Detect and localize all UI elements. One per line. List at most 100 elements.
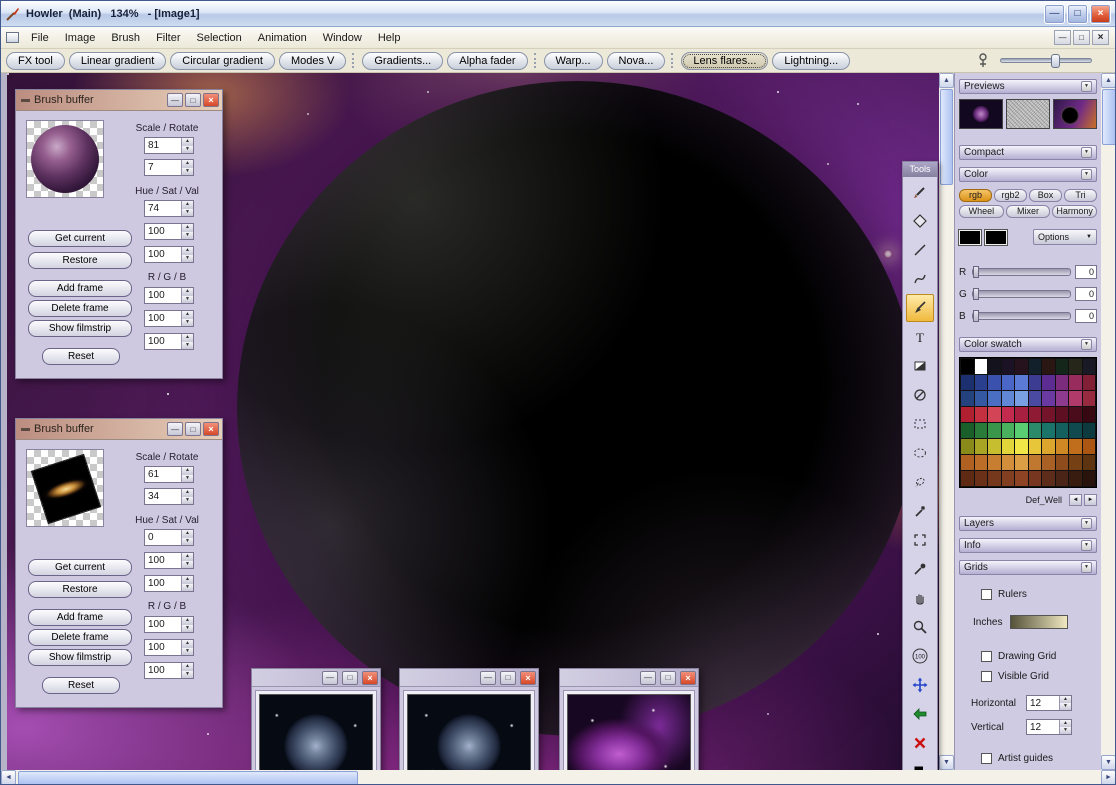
palette-color[interactable] xyxy=(988,391,1001,406)
rotate-spinner[interactable]: 7▲▼ xyxy=(144,159,194,176)
palette-prev-button[interactable]: ◄ xyxy=(1069,494,1082,506)
green-slider[interactable] xyxy=(972,290,1071,298)
palette-color[interactable] xyxy=(1002,423,1015,438)
tab-harmony[interactable]: Harmony xyxy=(1052,205,1097,218)
menu-selection[interactable]: Selection xyxy=(189,29,250,47)
palette-color[interactable] xyxy=(1056,471,1069,486)
restore-button[interactable]: Restore xyxy=(28,581,132,598)
palette-color[interactable] xyxy=(1056,407,1069,422)
reset-button[interactable]: Reset xyxy=(42,677,120,694)
rotate-spinner[interactable]: 34▲▼ xyxy=(144,488,194,505)
no-fill-tool[interactable] xyxy=(906,381,934,409)
scroll-thumb[interactable] xyxy=(940,89,953,185)
blue-spinner[interactable]: 100▲▼ xyxy=(144,333,194,350)
pan-tool[interactable] xyxy=(906,584,934,612)
gradient-fill-tool[interactable] xyxy=(906,352,934,380)
palette-color[interactable] xyxy=(1015,359,1028,374)
reset-button[interactable]: Reset xyxy=(42,348,120,365)
canvas-vscrollbar[interactable]: ▲ ▼ xyxy=(939,73,954,770)
tab-wheel[interactable]: Wheel xyxy=(959,205,1004,218)
zoom-100-tool[interactable]: 100 xyxy=(906,642,934,670)
section-header-color-swatch[interactable]: Color swatch▼ xyxy=(959,337,1097,352)
minimize-button[interactable]: — xyxy=(167,422,183,436)
image1-window-icon[interactable] xyxy=(6,32,19,43)
magic-wand-tool[interactable] xyxy=(906,497,934,525)
add-frame-button[interactable]: Add frame xyxy=(28,609,132,626)
palette-color[interactable] xyxy=(961,439,974,454)
size-slider[interactable] xyxy=(1000,58,1092,63)
palette-color[interactable] xyxy=(1083,359,1096,374)
palette-color[interactable] xyxy=(988,471,1001,486)
vertical-spinner[interactable]: 12▲▼ xyxy=(1026,719,1072,735)
palette-color[interactable] xyxy=(1083,455,1096,470)
tab-rgb2[interactable]: rgb2 xyxy=(994,189,1027,202)
palette-color[interactable] xyxy=(975,391,988,406)
drawing-grid-checkbox[interactable] xyxy=(981,651,992,662)
show-filmstrip-button[interactable]: Show filmstrip xyxy=(28,320,132,337)
palette-color[interactable] xyxy=(1042,455,1055,470)
palette-color[interactable] xyxy=(1083,391,1096,406)
palette-color[interactable] xyxy=(1015,375,1028,390)
palette-color[interactable] xyxy=(1069,359,1082,374)
section-toggle-button[interactable]: ▼ xyxy=(1081,562,1092,573)
slider-knob[interactable] xyxy=(973,288,979,300)
palette-color[interactable] xyxy=(988,375,1001,390)
mdi-close-button[interactable]: × xyxy=(1092,30,1109,45)
green-spinner[interactable]: 100▲▼ xyxy=(144,310,194,327)
menu-file[interactable]: File xyxy=(23,29,57,47)
lens-flares-button[interactable]: Lens flares... xyxy=(681,52,768,70)
minimize-button[interactable]: — xyxy=(640,671,656,685)
palette-color[interactable] xyxy=(988,423,1001,438)
palette-color[interactable] xyxy=(1042,407,1055,422)
palette-color[interactable] xyxy=(1042,471,1055,486)
secondary-color-swatch[interactable] xyxy=(985,230,1007,245)
palette-color[interactable] xyxy=(988,359,1001,374)
section-toggle-button[interactable]: ▼ xyxy=(1081,169,1092,180)
green-spinner[interactable]: 100▲▼ xyxy=(144,639,194,656)
palette-color[interactable] xyxy=(1069,455,1082,470)
undo-tool[interactable] xyxy=(906,700,934,728)
restore-button[interactable]: Restore xyxy=(28,252,132,269)
eyedropper-tool[interactable] xyxy=(906,555,934,583)
dock-pin-icon[interactable] xyxy=(976,53,990,69)
artist-guides-checkbox[interactable] xyxy=(981,753,992,764)
preview-thumb-1[interactable] xyxy=(959,99,1003,129)
palette-color[interactable] xyxy=(1083,471,1096,486)
slider-knob[interactable] xyxy=(1051,54,1060,68)
menu-brush[interactable]: Brush xyxy=(103,29,148,47)
blue-spinner[interactable]: 100▲▼ xyxy=(144,662,194,679)
palette-color[interactable] xyxy=(1029,391,1042,406)
red-value[interactable]: 0 xyxy=(1075,265,1097,279)
inches-gradient-field[interactable] xyxy=(1010,615,1068,629)
green-value[interactable]: 0 xyxy=(1075,287,1097,301)
value-spinner[interactable]: 100▲▼ xyxy=(144,246,194,263)
delete-frame-button[interactable]: Delete frame xyxy=(28,629,132,646)
palette-color[interactable] xyxy=(1002,391,1015,406)
palette-color[interactable] xyxy=(975,439,988,454)
rulers-checkbox[interactable] xyxy=(981,589,992,600)
saturation-spinner[interactable]: 100▲▼ xyxy=(144,223,194,240)
maximize-button[interactable]: □ xyxy=(1067,4,1088,24)
alpha-fader-button[interactable]: Alpha fader xyxy=(447,52,527,70)
red-slider[interactable] xyxy=(972,268,1071,276)
palette-color[interactable] xyxy=(1015,407,1028,422)
palette-color[interactable] xyxy=(1002,471,1015,486)
blue-slider[interactable] xyxy=(972,312,1071,320)
palette-color[interactable] xyxy=(1083,423,1096,438)
palette-color[interactable] xyxy=(1056,439,1069,454)
palette-color[interactable] xyxy=(1056,391,1069,406)
palette-color[interactable] xyxy=(1056,359,1069,374)
line-tool[interactable] xyxy=(906,236,934,264)
section-header-previews[interactable]: Previews▼ xyxy=(959,79,1097,94)
curve-tool[interactable] xyxy=(906,265,934,293)
gradients-button[interactable]: Gradients... xyxy=(362,52,443,70)
palette-color[interactable] xyxy=(961,359,974,374)
palette-color[interactable] xyxy=(1069,471,1082,486)
options-dropdown[interactable]: Options▼ xyxy=(1033,229,1097,245)
scale-spinner[interactable]: 81▲▼ xyxy=(144,137,194,154)
palette-color[interactable] xyxy=(1029,359,1042,374)
section-header-color[interactable]: Color▼ xyxy=(959,167,1097,182)
palette-color[interactable] xyxy=(1069,375,1082,390)
palette-color[interactable] xyxy=(1002,375,1015,390)
nova-button[interactable]: Nova... xyxy=(607,52,666,70)
